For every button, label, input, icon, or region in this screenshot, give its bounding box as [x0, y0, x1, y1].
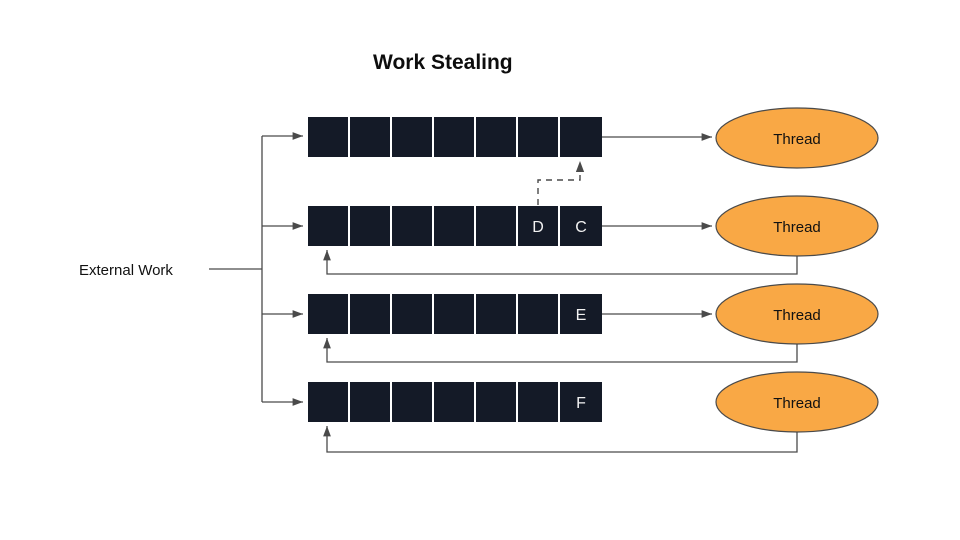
queue-cell[interactable] [350, 382, 390, 422]
queue-cell[interactable] [308, 117, 348, 157]
thread-label-4: Thread [773, 395, 821, 412]
queue-cell[interactable] [434, 117, 474, 157]
queue-cell-label-e: E [576, 307, 587, 324]
thread-label-3: Thread [773, 307, 821, 324]
thread-label-1: Thread [773, 131, 821, 148]
queue-cell[interactable] [560, 117, 602, 157]
queue-cell[interactable] [434, 206, 474, 246]
queue-cell[interactable] [476, 206, 516, 246]
feedback-loop-row-4 [323, 426, 798, 453]
queue-cell[interactable] [392, 206, 432, 246]
feedback-loop-row-3 [323, 338, 798, 363]
external-work-label: External Work [79, 262, 173, 279]
queue-cell[interactable] [308, 206, 348, 246]
queue-cell[interactable] [518, 117, 558, 157]
queue-cell-label-f: F [576, 395, 586, 412]
queue-row-3: E [308, 294, 602, 334]
queue-cell-label-c: C [575, 219, 587, 236]
page-title: Work Stealing [373, 51, 513, 74]
queue-cell[interactable] [308, 382, 348, 422]
queue-cell[interactable] [350, 206, 390, 246]
queue-cell[interactable] [392, 117, 432, 157]
queue-row-1 [308, 117, 602, 157]
diagram-canvas: Work Stealing External Work Thread D C T… [0, 0, 960, 540]
queue-cell[interactable] [476, 294, 516, 334]
queue-cell[interactable] [518, 294, 558, 334]
queue-row-4: F [308, 382, 602, 422]
thread-label-2: Thread [773, 219, 821, 236]
queue-cell[interactable] [518, 382, 558, 422]
queue-cell[interactable] [476, 117, 516, 157]
queue-cell-label-d: D [532, 219, 544, 236]
queue-cell[interactable] [392, 382, 432, 422]
queue-cell[interactable] [392, 294, 432, 334]
queue-row-2: D C [308, 206, 602, 246]
queue-cell[interactable] [350, 294, 390, 334]
queue-cell[interactable] [350, 117, 390, 157]
queue-cell[interactable] [476, 382, 516, 422]
queue-cell[interactable] [434, 294, 474, 334]
feedback-loop-row-2 [323, 249, 798, 275]
queue-cell[interactable] [308, 294, 348, 334]
work-stealing-diagram: Work Stealing External Work Thread D C T… [79, 51, 879, 453]
steal-arrow-dashed [537, 161, 585, 205]
queue-cell[interactable] [434, 382, 474, 422]
